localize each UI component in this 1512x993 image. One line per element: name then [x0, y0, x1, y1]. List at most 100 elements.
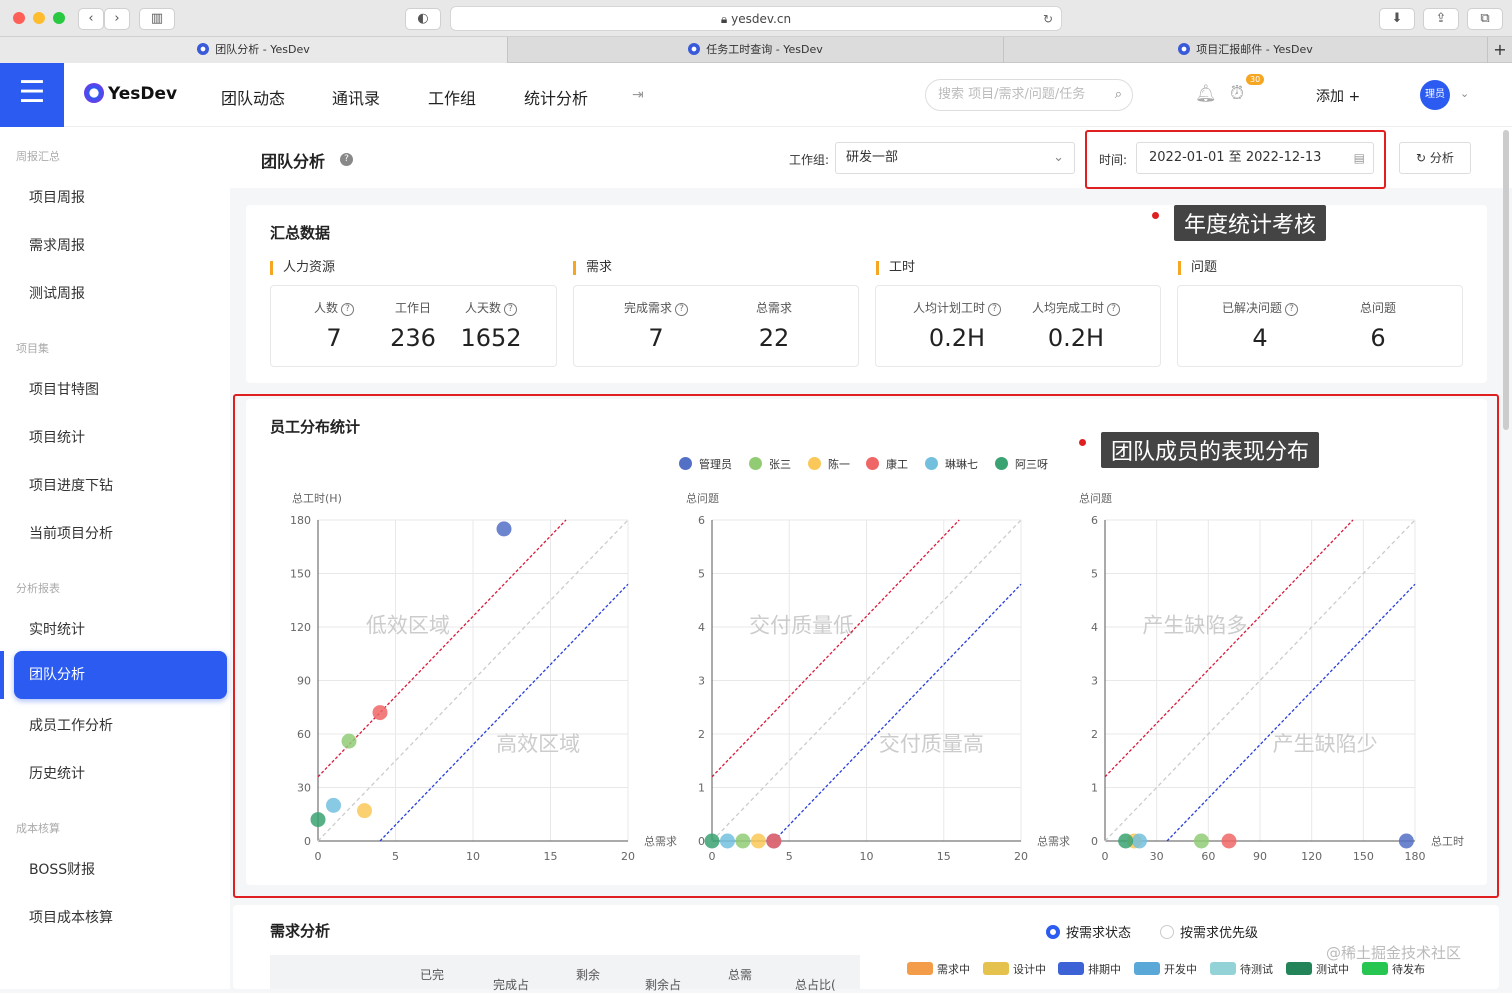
avatar[interactable]: 理员: [1420, 80, 1450, 110]
close-window-icon[interactable]: [13, 12, 25, 24]
status-legend-item[interactable]: 排期中: [1058, 961, 1121, 977]
search-input[interactable]: 搜索 项目/需求/问题/任务 ⌕: [925, 79, 1133, 111]
help-icon[interactable]: ?: [988, 303, 1001, 316]
sidebar-item-member-analysis[interactable]: 成员工作分析: [29, 715, 113, 735]
status-legend-item[interactable]: 测试中: [1286, 961, 1349, 977]
nav-workgroup[interactable]: 工作组: [428, 85, 476, 109]
sidebar-item-demand-weekly[interactable]: 需求周报: [29, 235, 85, 255]
minimize-window-icon[interactable]: [33, 12, 45, 24]
favicon-icon: [197, 43, 210, 55]
section-hours: 工时: [876, 261, 915, 275]
help-icon[interactable]: ?: [340, 153, 353, 166]
legend-label: 琳琳七: [945, 458, 978, 471]
legend-item[interactable]: 康工: [866, 456, 908, 472]
download-icon[interactable]: ⬇: [1379, 8, 1415, 30]
radio-by-status[interactable]: 按需求状态: [1046, 922, 1131, 941]
legend-item[interactable]: 管理员: [679, 456, 732, 472]
legend-item[interactable]: 张三: [749, 456, 791, 472]
add-button[interactable]: 添加 +: [1316, 86, 1360, 106]
legend-label: 待测试: [1240, 963, 1273, 976]
sidebar-item-project-stats[interactable]: 项目统计: [29, 427, 85, 447]
browser-tab-bar: 团队分析 - YesDev 任务工时查询 - YesDev 项目汇报邮件 - Y…: [0, 37, 1512, 63]
status-legend-item[interactable]: 需求中: [907, 961, 970, 977]
workgroup-label: 工作组:: [789, 153, 830, 167]
analyze-label: 分析: [1429, 151, 1454, 165]
help-icon[interactable]: ?: [504, 303, 517, 316]
sidebar-item-history[interactable]: 历史统计: [29, 763, 85, 783]
page-scrollbar[interactable]: [1503, 130, 1509, 430]
help-icon[interactable]: ?: [675, 303, 688, 316]
workgroup-select[interactable]: 研发一部 ⌄: [835, 142, 1075, 174]
status-legend-item[interactable]: 设计中: [983, 961, 1046, 977]
status-legend-item[interactable]: 待测试: [1210, 961, 1273, 977]
bell-icon[interactable]: 🔔︎: [1195, 84, 1217, 104]
legend-item[interactable]: 陈一: [808, 456, 850, 472]
status-legend-item[interactable]: 开发中: [1134, 961, 1197, 977]
sidebar-item-project-cost[interactable]: 项目成本核算: [29, 907, 113, 927]
legend-label: 陈一: [828, 458, 850, 471]
radio-checked-icon: [1046, 925, 1060, 939]
address-bar[interactable]: 🔒︎ yesdev.cn ↻: [450, 6, 1062, 31]
nav-statistics[interactable]: 统计分析: [524, 85, 588, 109]
stat-value: 7: [648, 324, 664, 352]
legend-item[interactable]: 琳琳七: [925, 456, 978, 472]
search-placeholder: 搜索 项目/需求/问题/任务: [938, 87, 1086, 102]
menu-icon[interactable]: ☰: [0, 63, 64, 127]
legend-swatch: [1134, 962, 1160, 975]
sidebar-item-drilldown[interactable]: 项目进度下钻: [29, 475, 113, 495]
help-icon[interactable]: ?: [341, 303, 354, 316]
new-tab-button[interactable]: +: [1488, 37, 1512, 63]
section-hr: 人力资源: [270, 261, 335, 275]
chevron-down-icon[interactable]: ⌄: [1460, 87, 1469, 100]
status-legend-item[interactable]: 待发布: [1362, 961, 1425, 977]
sidebar-item-boss-finance[interactable]: BOSS财报: [29, 859, 95, 879]
legend-label: 待发布: [1392, 963, 1425, 976]
share-icon[interactable]: ⇪: [1423, 8, 1459, 30]
maximize-window-icon[interactable]: [53, 12, 65, 24]
table-header: 完成占: [493, 978, 530, 992]
nav-team-feed[interactable]: 团队动态: [221, 85, 285, 109]
help-icon[interactable]: ?: [1107, 303, 1120, 316]
sidebar-item-realtime[interactable]: 实时统计: [29, 619, 85, 639]
back-button[interactable]: ‹: [78, 8, 104, 30]
stat-completed-demand: 完成需求? 7: [601, 299, 711, 352]
nav-contacts[interactable]: 通讯录: [332, 85, 380, 109]
sidebar-group-cost: 成本核算: [16, 822, 60, 835]
sidebar-item-test-weekly[interactable]: 测试周报: [29, 283, 85, 303]
legend-swatch: [907, 962, 933, 975]
tab-title: 项目汇报邮件 - YesDev: [1196, 43, 1313, 56]
sidebar-item-gantt[interactable]: 项目甘特图: [29, 379, 99, 399]
radio-by-priority[interactable]: 按需求优先级: [1160, 922, 1258, 941]
browser-tab[interactable]: 项目汇报邮件 - YesDev: [1004, 37, 1488, 63]
stat-label: 总需求: [755, 301, 792, 315]
legend-item[interactable]: 阿三呀: [995, 456, 1048, 472]
sidebar-item-current-project[interactable]: 当前项目分析: [29, 523, 113, 543]
table-header: 剩余占: [645, 978, 682, 992]
browser-tab[interactable]: 任务工时查询 - YesDev: [508, 37, 1004, 63]
tabs-overview-icon[interactable]: ⧉: [1467, 8, 1503, 30]
stat-label: 人天数: [464, 301, 501, 315]
reload-icon[interactable]: ↻: [1043, 7, 1053, 31]
demand-title: 需求分析: [270, 922, 331, 940]
legend-label: 设计中: [1013, 963, 1046, 976]
tab-title: 任务工时查询 - YesDev: [706, 43, 823, 56]
browser-tab[interactable]: 团队分析 - YesDev: [0, 37, 508, 63]
stat-value: 22: [758, 324, 790, 352]
search-icon[interactable]: ⌕: [1115, 80, 1122, 110]
demand-table-header: [270, 955, 860, 989]
analyze-button[interactable]: ↻ 分析: [1399, 142, 1471, 174]
legend-marker: [808, 457, 821, 470]
alarm-clock-icon[interactable]: ⏰︎: [1230, 83, 1244, 104]
sidebar-item-team-analysis[interactable]: 团队分析: [14, 651, 227, 699]
privacy-shield-icon[interactable]: ◐: [405, 8, 441, 30]
brand-logo[interactable]: YesDev: [84, 83, 177, 104]
stat-value: 1652: [460, 324, 522, 352]
section-demand: 需求: [573, 261, 612, 275]
stat-total-issues: 总问题 6: [1323, 299, 1433, 352]
forward-button[interactable]: ›: [104, 8, 130, 30]
sidebar-item-project-weekly[interactable]: 项目周报: [29, 187, 85, 207]
help-icon[interactable]: ?: [1285, 303, 1298, 316]
sidebar: 周报汇总 项目周报 需求周报 测试周报 项目集 项目甘特图 项目统计 项目进度下…: [0, 127, 230, 989]
sidebar-toggle-icon[interactable]: ▥: [139, 8, 175, 30]
logout-icon[interactable]: ⇥: [632, 87, 644, 103]
